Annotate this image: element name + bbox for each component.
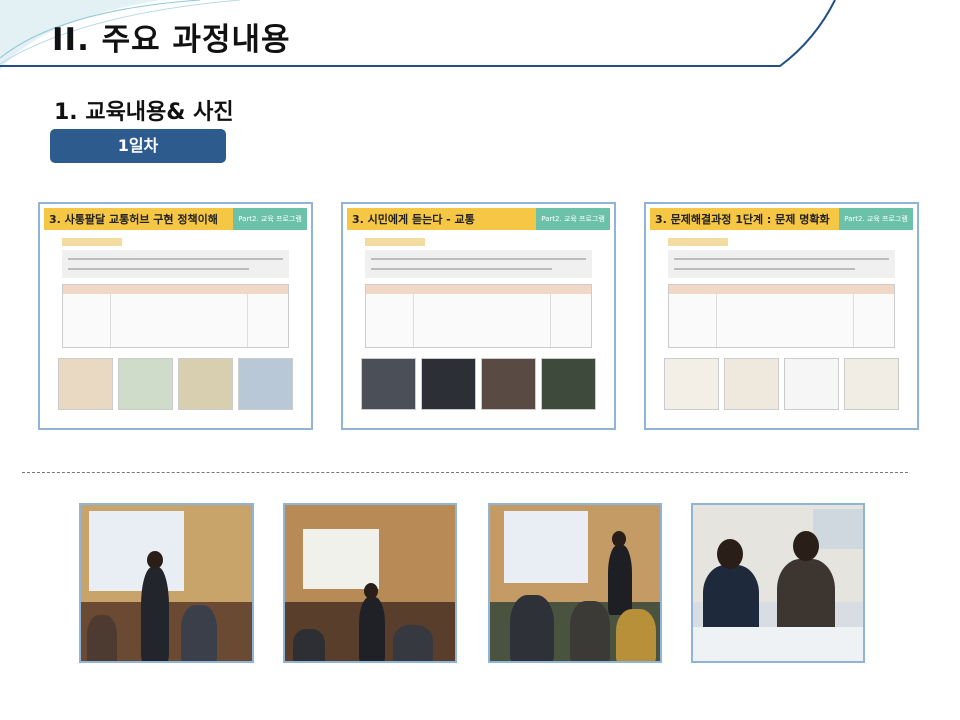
slide-image xyxy=(58,358,113,410)
slide-image xyxy=(421,358,476,410)
slide-summary-box xyxy=(365,250,592,278)
slide-image xyxy=(844,358,899,410)
dashed-divider xyxy=(22,472,908,473)
page-title: II. 주요 과정내용 xyxy=(52,22,291,58)
event-photo-3 xyxy=(488,503,662,663)
slide-image xyxy=(481,358,536,410)
slide-thumbnail-1: 3. 사통팔달 교통허브 구현 정책이해 Part2. 교육 프로그램 xyxy=(38,202,313,430)
slide-subheading xyxy=(668,238,728,246)
slide-image xyxy=(361,358,416,410)
slide-image xyxy=(784,358,839,410)
slide-tag: Part2. 교육 프로그램 xyxy=(536,208,610,230)
slide-thumbnail-2: 3. 시민에게 듣는다 - 교통 Part2. 교육 프로그램 xyxy=(341,202,616,430)
slide-subheading xyxy=(365,238,425,246)
slide-tag: Part2. 교육 프로그램 xyxy=(233,208,307,230)
day-badge: 1일차 xyxy=(50,129,226,163)
slide-image-strip xyxy=(361,358,596,410)
slide-image-strip xyxy=(58,358,293,410)
slide-summary-box xyxy=(668,250,895,278)
slide-table xyxy=(668,284,895,348)
slide-header: 3. 사통팔달 교통허브 구현 정책이해 Part2. 교육 프로그램 xyxy=(44,208,307,230)
slide-subheading xyxy=(62,238,122,246)
slide-header: 3. 시민에게 듣는다 - 교통 Part2. 교육 프로그램 xyxy=(347,208,610,230)
event-photo-2 xyxy=(283,503,457,663)
slide-title: 3. 시민에게 듣는다 - 교통 xyxy=(352,213,475,226)
slide-image xyxy=(178,358,233,410)
slide-table xyxy=(62,284,289,348)
slide-image-strip xyxy=(664,358,899,410)
slide-image xyxy=(541,358,596,410)
slide-image xyxy=(664,358,719,410)
slide-title: 3. 문제해결과정 1단계 : 문제 명확화 xyxy=(655,213,830,226)
slide-table xyxy=(365,284,592,348)
slide-image xyxy=(724,358,779,410)
section-title: 1. 교육내용& 사진 xyxy=(54,100,234,125)
slide-header: 3. 문제해결과정 1단계 : 문제 명확화 Part2. 교육 프로그램 xyxy=(650,208,913,230)
slide-thumbnail-3: 3. 문제해결과정 1단계 : 문제 명확화 Part2. 교육 프로그램 xyxy=(644,202,919,430)
slide-image xyxy=(238,358,293,410)
slide-image xyxy=(118,358,173,410)
slide-title: 3. 사통팔달 교통허브 구현 정책이해 xyxy=(49,213,218,226)
event-photo-4 xyxy=(691,503,865,663)
slide-tag: Part2. 교육 프로그램 xyxy=(839,208,913,230)
slide-summary-box xyxy=(62,250,289,278)
event-photo-1 xyxy=(79,503,254,663)
